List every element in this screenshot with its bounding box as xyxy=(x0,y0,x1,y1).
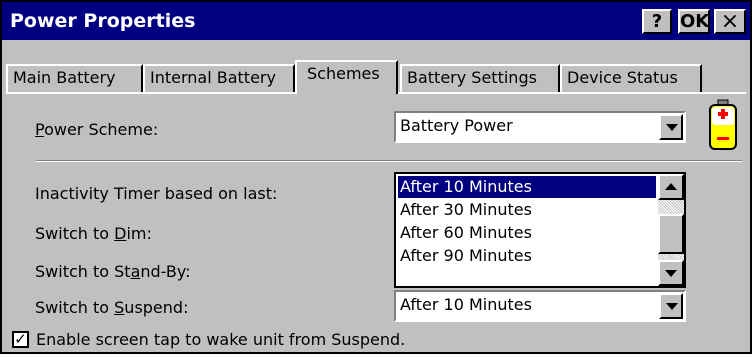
switch-to-dim-label: Switch to Dim: xyxy=(35,224,152,243)
scroll-down-button[interactable] xyxy=(658,260,684,286)
list-item-after-10-minutes[interactable]: After 10 Minutes xyxy=(398,176,656,198)
power-properties-window: Power Properties ? OK × Main Battery Int… xyxy=(0,0,752,354)
window-title: Power Properties xyxy=(10,10,196,32)
chevron-down-icon xyxy=(665,270,677,277)
divider xyxy=(36,160,742,162)
list-item-after-60-minutes[interactable]: After 60 Minutes xyxy=(398,222,656,244)
power-scheme-dropdown-button[interactable] xyxy=(659,114,683,140)
timeout-dropdown-list[interactable]: After 10 Minutes After 30 Minutes After … xyxy=(394,172,686,288)
switch-to-standby-label: Switch to Stand-By: xyxy=(35,262,191,281)
tab-strip: Main Battery Internal Battery Schemes Ba… xyxy=(2,40,750,94)
battery-icon xyxy=(709,99,737,150)
tab-battery-settings[interactable]: Battery Settings xyxy=(400,64,560,92)
close-button[interactable]: × xyxy=(714,9,746,34)
tab-internal-battery[interactable]: Internal Battery xyxy=(143,64,295,92)
power-scheme-label: Power Scheme: xyxy=(35,120,159,139)
list-item-after-90-minutes[interactable]: After 90 Minutes xyxy=(398,245,656,267)
power-scheme-dropdown[interactable]: Battery Power xyxy=(394,111,686,143)
chevron-down-icon xyxy=(666,303,678,310)
scroll-up-button[interactable] xyxy=(658,174,684,200)
help-button[interactable]: ? xyxy=(642,9,672,34)
wake-checkbox[interactable]: ✓ xyxy=(12,331,29,348)
tab-device-status[interactable]: Device Status xyxy=(560,64,702,92)
ok-button[interactable]: OK xyxy=(678,9,710,34)
chevron-up-icon xyxy=(665,183,677,190)
scroll-thumb[interactable] xyxy=(658,214,684,254)
wake-checkbox-label: Enable screen tap to wake unit from Susp… xyxy=(36,330,406,349)
power-scheme-value: Battery Power xyxy=(400,116,513,135)
title-bar: Power Properties ? OK × xyxy=(2,2,750,40)
suspend-dropdown[interactable]: After 10 Minutes xyxy=(394,290,686,322)
suspend-value: After 10 Minutes xyxy=(400,295,532,314)
inactivity-timer-label: Inactivity Timer based on last: xyxy=(35,184,278,203)
chevron-down-icon xyxy=(666,124,678,131)
checkmark-icon: ✓ xyxy=(14,330,27,348)
switch-to-suspend-label: Switch to Suspend: xyxy=(35,298,189,317)
list-item-after-30-minutes[interactable]: After 30 Minutes xyxy=(398,199,656,221)
tab-schemes[interactable]: Schemes xyxy=(295,60,398,94)
list-scrollbar[interactable] xyxy=(658,174,684,286)
suspend-dropdown-button[interactable] xyxy=(659,293,683,319)
tab-main-battery[interactable]: Main Battery xyxy=(6,64,143,92)
